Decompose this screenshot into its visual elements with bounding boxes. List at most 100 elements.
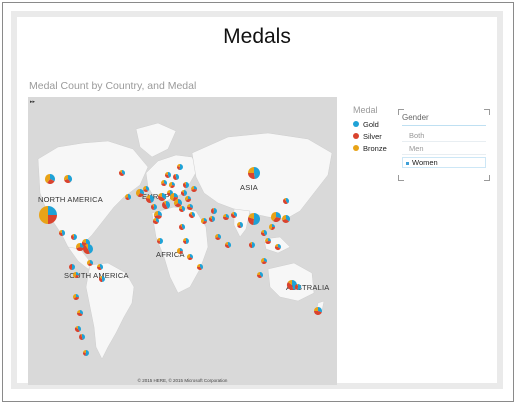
country-medal-pie[interactable]	[179, 206, 185, 212]
slicer-option-both[interactable]: Both	[402, 131, 486, 142]
country-medal-pie[interactable]	[187, 204, 193, 210]
country-medal-pie[interactable]	[83, 350, 89, 356]
country-medal-pie[interactable]	[191, 186, 198, 192]
country-medal-pie[interactable]	[154, 211, 162, 219]
country-medal-pie[interactable]	[75, 326, 81, 332]
country-medal-pie[interactable]	[181, 190, 188, 196]
country-medal-pie[interactable]	[183, 182, 190, 188]
country-medal-pie[interactable]	[153, 218, 159, 224]
country-medal-pie[interactable]	[271, 212, 281, 222]
slicer-header: Gender	[402, 113, 486, 126]
country-medal-pie[interactable]	[249, 242, 255, 248]
country-medal-pie[interactable]	[165, 172, 171, 178]
country-medal-pie[interactable]	[231, 212, 237, 218]
country-medal-pie[interactable]	[136, 189, 144, 197]
country-medal-pie[interactable]	[173, 174, 179, 180]
country-medal-pie[interactable]	[209, 216, 216, 222]
silver-dot-icon	[353, 133, 359, 139]
country-medal-pie[interactable]	[45, 174, 56, 184]
medal-pie-slice	[253, 213, 260, 225]
country-medal-pie[interactable]	[125, 194, 131, 200]
country-medal-pie[interactable]	[283, 198, 289, 204]
medal-pie-slice	[82, 334, 86, 340]
medal-pie-slice	[197, 264, 200, 267]
country-medal-pie[interactable]	[158, 193, 166, 201]
country-medal-pie[interactable]	[257, 272, 264, 278]
map-copyright: © 2015 HERE, © 2015 Microsoft Corporatio…	[137, 378, 228, 383]
slicer-option-women[interactable]: Women	[402, 157, 486, 168]
medal-pie-slice	[76, 272, 79, 276]
country-medal-pie[interactable]	[157, 238, 163, 245]
country-medal-pie[interactable]	[59, 230, 65, 236]
medal-pie-slice	[102, 276, 106, 282]
medal-pie-slice	[204, 218, 208, 222]
country-medal-pie[interactable]	[87, 260, 93, 266]
country-medal-pie[interactable]	[294, 284, 301, 290]
country-medal-pie[interactable]	[169, 182, 175, 188]
country-medal-pie[interactable]	[237, 222, 243, 228]
legend-label: Silver	[363, 131, 382, 141]
country-medal-pie[interactable]	[211, 208, 218, 214]
country-medal-pie[interactable]	[247, 213, 260, 225]
country-medal-pie[interactable]	[201, 218, 208, 224]
country-medal-pie[interactable]	[97, 264, 104, 270]
country-medal-pie[interactable]	[179, 224, 185, 230]
country-medal-pie[interactable]	[314, 307, 323, 315]
country-medal-pie[interactable]	[197, 264, 203, 270]
country-medal-pie[interactable]	[73, 272, 79, 278]
medal-pie-slice	[186, 238, 190, 244]
page-title: Medals	[223, 25, 291, 48]
medal-pie-slice	[268, 238, 271, 242]
country-medal-pie[interactable]	[187, 254, 193, 260]
country-medal-pie[interactable]	[177, 248, 183, 254]
country-medal-pie[interactable]	[189, 212, 195, 218]
legend-label: Bronze	[363, 143, 387, 153]
country-medal-pie[interactable]	[119, 170, 125, 176]
country-medal-pie[interactable]	[82, 244, 94, 254]
country-medal-pie[interactable]	[265, 238, 271, 244]
medal-pie-slice	[248, 167, 254, 173]
country-medal-pie[interactable]	[99, 276, 106, 282]
country-medal-pie[interactable]	[151, 204, 157, 210]
country-medal-pie[interactable]	[282, 215, 290, 223]
country-medal-pie[interactable]	[71, 234, 77, 241]
slicer-option-label: Women	[412, 158, 438, 167]
country-medal-pie[interactable]	[143, 186, 149, 192]
country-medal-pie[interactable]	[145, 195, 155, 203]
country-medal-pie[interactable]	[261, 230, 267, 236]
medal-pie-slice	[76, 294, 79, 298]
country-medal-pie[interactable]	[225, 242, 231, 248]
slicer-option-men[interactable]: Men	[402, 144, 486, 155]
country-medal-pie[interactable]	[161, 180, 167, 186]
country-medal-pie[interactable]	[248, 167, 260, 179]
bronze-dot-icon	[353, 145, 359, 151]
country-medal-pie[interactable]	[261, 258, 267, 264]
medal-pie-slice	[314, 307, 318, 311]
country-medal-pie[interactable]	[73, 294, 79, 300]
country-medal-pie[interactable]	[68, 264, 75, 270]
selected-check-icon	[406, 162, 409, 165]
medal-pie-slice	[68, 264, 72, 270]
country-medal-pie[interactable]	[173, 199, 183, 207]
map-visual[interactable]: NORTH AMERICA SOUTH AMERICA EUROPE ASIA …	[28, 97, 337, 385]
country-medal-pie[interactable]	[185, 196, 191, 202]
map-toolbar-icon[interactable]: ▸▸	[30, 99, 40, 105]
country-medal-pie[interactable]	[39, 206, 57, 224]
country-medal-pie[interactable]	[177, 164, 183, 170]
medal-pie-slice	[212, 216, 216, 222]
medal-pie-slice	[167, 190, 170, 193]
country-medal-pie[interactable]	[215, 234, 221, 240]
country-medal-pie[interactable]	[183, 238, 190, 245]
visual-title: Medal Count by Country, and Medal	[29, 80, 197, 92]
country-medal-pie[interactable]	[223, 214, 229, 221]
country-medal-pie[interactable]	[77, 310, 84, 316]
medal-pie-slice	[97, 264, 100, 267]
medal-pie-slice	[257, 272, 260, 275]
country-medal-pie[interactable]	[79, 334, 86, 340]
medal-pie-slice	[194, 186, 198, 190]
country-medal-pie[interactable]	[269, 224, 275, 230]
country-medal-pie[interactable]	[64, 175, 72, 183]
medal-pie-slice	[153, 204, 157, 210]
country-medal-pie[interactable]	[162, 201, 171, 209]
country-medal-pie[interactable]	[275, 244, 281, 251]
